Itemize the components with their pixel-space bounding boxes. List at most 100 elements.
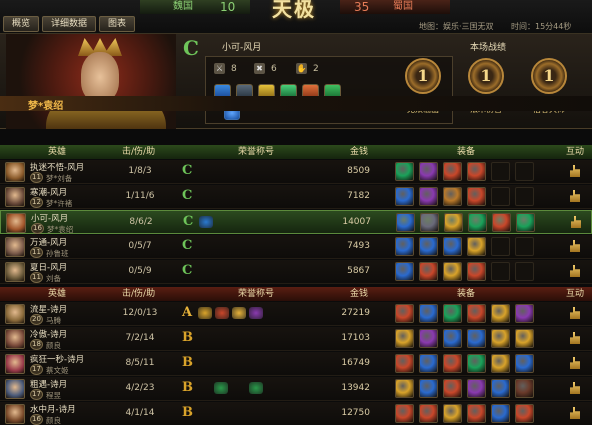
like-button[interactable] [568, 306, 582, 321]
item-icon[interactable] [515, 329, 534, 348]
tab-details[interactable]: 详细数据 [42, 16, 97, 32]
empty-item-slot[interactable] [515, 237, 534, 256]
item-icon[interactable] [467, 187, 486, 206]
item-icon[interactable] [395, 162, 414, 181]
empty-item-slot[interactable] [515, 187, 534, 206]
like-button[interactable] [568, 189, 582, 204]
item-icon[interactable] [467, 329, 486, 348]
item-icon[interactable] [443, 237, 462, 256]
honor-badge-icon[interactable] [232, 307, 246, 319]
item-icon[interactable] [395, 304, 414, 323]
item-icon[interactable] [419, 162, 438, 181]
item-icon[interactable] [467, 262, 486, 281]
hero-avatar[interactable] [5, 329, 25, 349]
hero-avatar[interactable] [5, 162, 25, 182]
item-icon[interactable] [491, 404, 510, 423]
like-button[interactable] [569, 215, 583, 230]
honor-badge-icon[interactable] [215, 307, 229, 319]
tab-overview[interactable]: 概览 [3, 16, 40, 32]
item-icon[interactable] [467, 237, 486, 256]
item-icon[interactable] [443, 329, 462, 348]
player-row[interactable]: 寒潮-风月 12 梦*许褚 1/11/6 C 7182 [0, 185, 592, 209]
item-icon[interactable] [491, 304, 510, 323]
item-icon[interactable] [467, 304, 486, 323]
item-icon[interactable] [515, 379, 534, 398]
player-row[interactable]: 水中月-诗月 16 颜良 4/1/14 B 12750 [0, 402, 592, 425]
honor-badge-icon[interactable] [214, 382, 228, 394]
tab-charts[interactable]: 图表 [99, 16, 136, 32]
player-row[interactable]: 疯狂一秒-诗月 17 蔡文姬 8/5/11 B 16749 [0, 352, 592, 376]
empty-item-slot[interactable] [491, 187, 510, 206]
hero-avatar[interactable] [5, 262, 25, 282]
honor-badge-icon[interactable] [249, 307, 263, 319]
hero-avatar[interactable] [5, 379, 25, 399]
item-icon[interactable] [443, 379, 462, 398]
item-icon[interactable] [396, 213, 415, 232]
item-icon[interactable] [492, 213, 511, 232]
item-icon[interactable] [467, 354, 486, 373]
item-icon[interactable] [395, 404, 414, 423]
hero-avatar[interactable] [5, 404, 25, 424]
item-icon[interactable] [419, 329, 438, 348]
item-icon[interactable] [467, 162, 486, 181]
honor-badge-icon[interactable] [199, 216, 213, 228]
player-row[interactable]: 执迷不悟-风月 11 梦*刘备 1/8/3 C 8509 [0, 160, 592, 184]
hero-avatar[interactable] [5, 237, 25, 257]
player-row[interactable]: 小可-风月 16 梦*袁绍 8/6/2 C 14007 [0, 210, 592, 234]
like-button[interactable] [568, 164, 582, 179]
item-icon[interactable] [467, 404, 486, 423]
item-icon[interactable] [491, 379, 510, 398]
item-icon[interactable] [515, 304, 534, 323]
item-icon[interactable] [443, 404, 462, 423]
like-button[interactable] [568, 381, 582, 396]
empty-item-slot[interactable] [491, 262, 510, 281]
item-icon[interactable] [491, 354, 510, 373]
item-icon[interactable] [419, 262, 438, 281]
item-icon[interactable] [468, 213, 487, 232]
item-icon[interactable] [443, 354, 462, 373]
hero-avatar[interactable] [6, 213, 26, 233]
player-row[interactable]: 冷傲-诗月 18 颜良 7/2/14 B 17103 [0, 327, 592, 351]
player-row[interactable]: 粗遇-诗月 17 程昱 4/2/23 B 13942 [0, 377, 592, 401]
item-icon[interactable] [395, 354, 414, 373]
item-icon[interactable] [395, 379, 414, 398]
item-icon[interactable] [395, 329, 414, 348]
item-icon[interactable] [395, 237, 414, 256]
player-row[interactable]: 流星-诗月 20 马腾 12/0/13 A 27219 [0, 302, 592, 326]
like-button[interactable] [568, 406, 582, 421]
honor-badge-icon[interactable] [198, 307, 212, 319]
item-icon[interactable] [443, 304, 462, 323]
hero-avatar[interactable] [5, 354, 25, 374]
hero-avatar[interactable] [5, 187, 25, 207]
like-button[interactable] [568, 331, 582, 346]
hero-avatar[interactable] [5, 304, 25, 324]
item-icon[interactable] [419, 237, 438, 256]
item-icon[interactable] [443, 262, 462, 281]
item-icon[interactable] [419, 354, 438, 373]
item-icon[interactable] [467, 379, 486, 398]
item-icon[interactable] [516, 213, 535, 232]
empty-item-slot[interactable] [515, 262, 534, 281]
honor-badge-icon[interactable] [249, 382, 263, 394]
item-icon[interactable] [443, 162, 462, 181]
empty-item-slot[interactable] [515, 162, 534, 181]
item-icon[interactable] [491, 329, 510, 348]
like-button[interactable] [568, 356, 582, 371]
item-icon[interactable] [443, 187, 462, 206]
item-icon[interactable] [419, 404, 438, 423]
like-button[interactable] [568, 239, 582, 254]
player-row[interactable]: 夏日-风月 11 刘备 0/5/9 C 5867 [0, 260, 592, 284]
item-icon[interactable] [515, 404, 534, 423]
empty-item-slot[interactable] [491, 162, 510, 181]
item-icon[interactable] [444, 213, 463, 232]
like-button[interactable] [568, 264, 582, 279]
empty-item-slot[interactable] [491, 237, 510, 256]
item-icon[interactable] [419, 187, 438, 206]
item-icon[interactable] [420, 213, 439, 232]
item-icon[interactable] [515, 354, 534, 373]
item-icon[interactable] [395, 262, 414, 281]
item-icon[interactable] [395, 187, 414, 206]
player-row[interactable]: 万通-风月 11 孙鲁班 0/5/7 C 7493 [0, 235, 592, 259]
item-icon[interactable] [419, 379, 438, 398]
item-icon[interactable] [419, 304, 438, 323]
